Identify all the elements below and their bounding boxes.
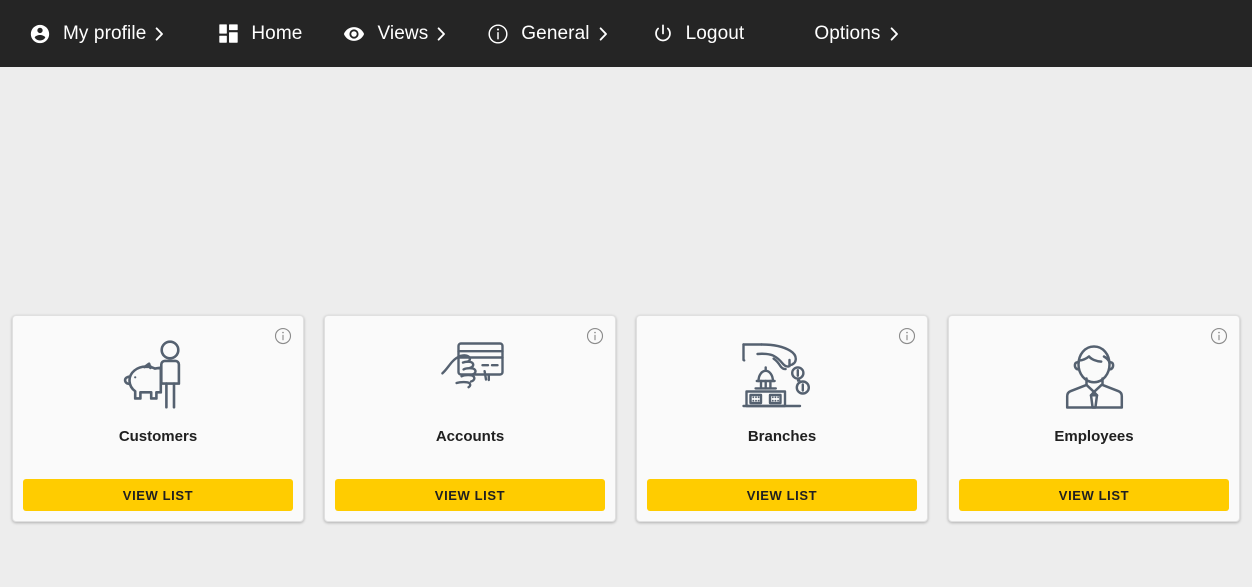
dashboard-card-customers[interactable]: Customers VIEW LIST: [12, 315, 304, 522]
info-circle-icon[interactable]: [1210, 327, 1228, 345]
account-circle-icon: [28, 22, 52, 46]
view-list-button-employees[interactable]: VIEW LIST: [959, 479, 1229, 511]
info-circle-icon[interactable]: [586, 327, 604, 345]
card-title-branches: Branches: [747, 428, 817, 445]
view-list-button-branches[interactable]: VIEW LIST: [647, 479, 917, 511]
nav-item-logout[interactable]: Logout: [651, 22, 745, 46]
chevron-right-icon: [890, 26, 899, 41]
dashboard-card-branches[interactable]: Branches VIEW LIST: [636, 315, 928, 522]
card-title-employees: Employees: [1054, 428, 1134, 445]
nav-item-options[interactable]: Options: [814, 24, 898, 43]
businessman-icon: [949, 340, 1239, 414]
view-list-button-customers[interactable]: VIEW LIST: [23, 479, 293, 511]
view-list-button-label: VIEW LIST: [122, 487, 194, 503]
customer-piggybank-icon: [13, 340, 303, 414]
hand-credit-card-icon: [325, 340, 615, 414]
chevron-right-icon: [599, 26, 608, 41]
card-title-customers: Customers: [118, 428, 198, 445]
dashboard-cards-row: Customers VIEW LIST Accounts VIEW LIST B…: [12, 315, 1240, 522]
view-list-button-accounts[interactable]: VIEW LIST: [335, 479, 605, 511]
power-icon: [651, 22, 675, 46]
view-list-button-label: VIEW LIST: [434, 487, 506, 503]
info-circle-icon[interactable]: [898, 327, 916, 345]
info-circle-icon: [486, 22, 510, 46]
nav-label-my-profile: My profile: [63, 23, 147, 44]
chevron-right-icon: [155, 26, 164, 41]
nav-item-home[interactable]: Home: [216, 22, 302, 46]
nav-label-home: Home: [251, 23, 303, 44]
dashboard-grid-icon: [216, 22, 240, 46]
nav-item-views[interactable]: Views: [342, 22, 446, 46]
info-circle-icon[interactable]: [274, 327, 292, 345]
dashboard-card-accounts[interactable]: Accounts VIEW LIST: [324, 315, 616, 522]
chevron-right-icon: [437, 26, 446, 41]
main-content-area: Customers VIEW LIST Accounts VIEW LIST B…: [0, 67, 1252, 587]
card-title-accounts: Accounts: [435, 428, 505, 445]
bank-coins-hand-icon: [637, 340, 927, 414]
top-navigation-bar: My profile Home Views General Logout Opt…: [0, 0, 1252, 67]
nav-label-views: Views: [377, 23, 429, 44]
nav-label-options: Options: [814, 23, 881, 44]
nav-item-my-profile[interactable]: My profile: [28, 22, 164, 46]
view-list-button-label: VIEW LIST: [1058, 487, 1130, 503]
nav-item-general[interactable]: General: [486, 22, 607, 46]
dashboard-card-employees[interactable]: Employees VIEW LIST: [948, 315, 1240, 522]
view-list-button-label: VIEW LIST: [746, 487, 818, 503]
nav-label-general: General: [521, 23, 590, 44]
eye-icon: [342, 22, 366, 46]
nav-label-logout: Logout: [685, 23, 745, 44]
